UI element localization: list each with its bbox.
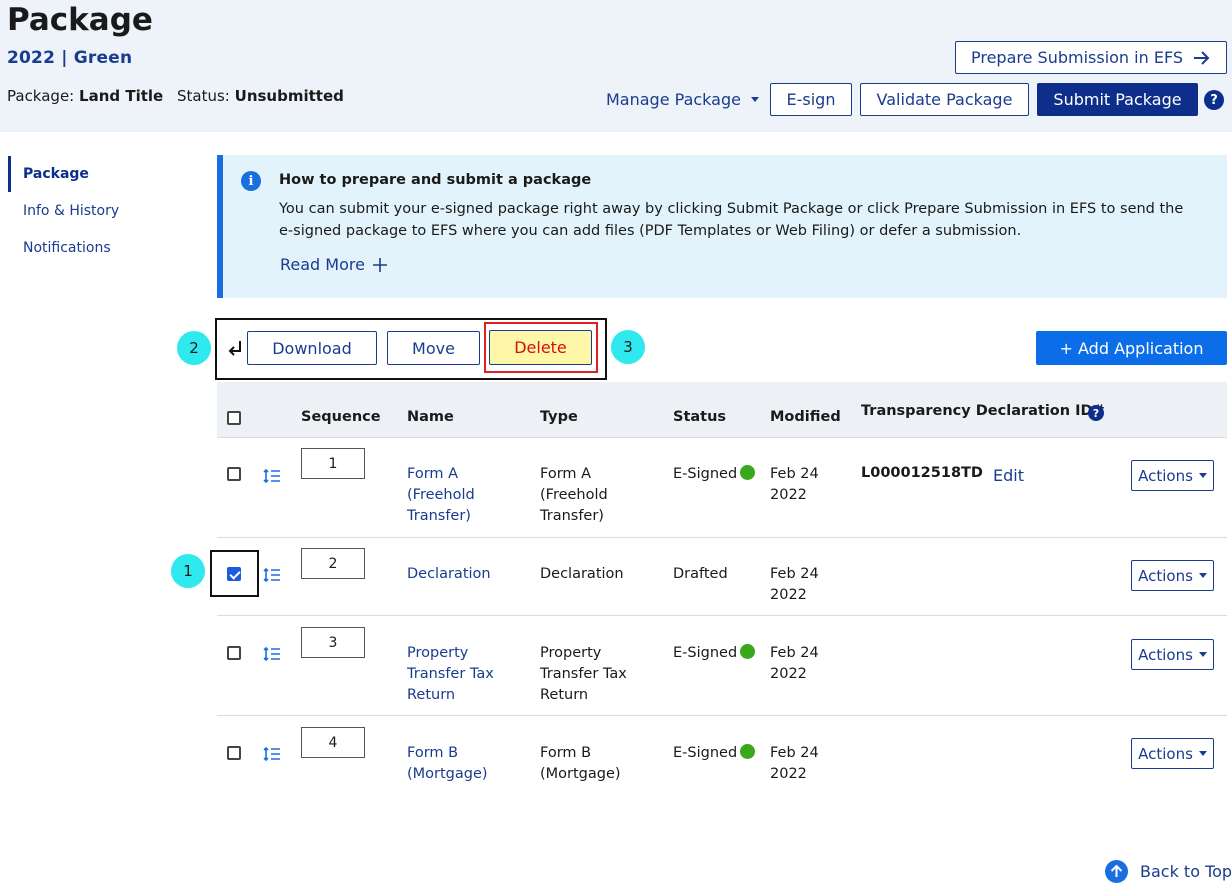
row-name-link-4[interactable]: Form B (Mortgage) xyxy=(407,743,507,785)
row-modified-3: Feb 24 2022 xyxy=(770,645,819,682)
step-badge-2: 2 xyxy=(177,331,211,365)
row-checkbox-1[interactable] xyxy=(227,467,241,481)
declaration-id-1: L000012518TD xyxy=(861,465,983,481)
row-name-link-3[interactable]: Property Transfer Tax Return xyxy=(407,643,507,706)
delete-button[interactable]: Delete xyxy=(489,330,592,365)
download-button[interactable]: Download xyxy=(247,331,377,365)
back-to-top-link[interactable]: Back to Top xyxy=(1105,860,1232,883)
header-name: Name xyxy=(407,409,454,425)
row-checkbox-4[interactable] xyxy=(227,746,241,760)
reorder-icon[interactable] xyxy=(263,647,281,661)
page-title: Package xyxy=(7,2,153,38)
row-modified-4: Feb 24 2022 xyxy=(770,745,819,782)
step-badge-1: 1 xyxy=(171,554,205,588)
row-divider xyxy=(217,615,1227,616)
manage-package-dropdown[interactable]: Manage Package xyxy=(606,90,759,109)
actions-label: Actions xyxy=(1138,466,1193,485)
status-label: Status: xyxy=(177,87,230,105)
row-divider xyxy=(217,715,1227,716)
signed-dot-icon xyxy=(740,744,756,759)
reorder-icon[interactable] xyxy=(263,568,281,582)
actions-dropdown-3[interactable]: Actions xyxy=(1131,639,1214,670)
signed-dot-icon xyxy=(740,644,756,659)
page-header: Package 2022 | Green Package: Land Title… xyxy=(0,0,1232,132)
arrow-right-icon xyxy=(1194,50,1210,65)
prepare-efs-label: Prepare Submission in EFS xyxy=(970,48,1184,67)
caret-down-icon xyxy=(1198,751,1207,756)
validate-package-button[interactable]: Validate Package xyxy=(860,83,1029,116)
row-checkbox-3[interactable] xyxy=(227,646,241,660)
submit-package-button[interactable]: Submit Package xyxy=(1037,83,1198,116)
status-text: E-Signed xyxy=(673,745,738,761)
caret-down-icon xyxy=(1198,573,1207,578)
arrow-up-circle-icon xyxy=(1105,860,1128,883)
sequence-input-4[interactable]: 4 xyxy=(301,727,365,758)
info-title: How to prepare and submit a package xyxy=(279,172,592,188)
actions-label: Actions xyxy=(1138,566,1193,585)
caret-down-icon xyxy=(750,97,759,102)
move-button[interactable]: Move xyxy=(387,331,480,365)
info-text: You can submit your e-signed package rig… xyxy=(279,201,1184,239)
row-type-4: Form B (Mortgage) xyxy=(540,745,621,782)
sequence-input-1[interactable]: 1 xyxy=(301,448,365,479)
select-all-checkbox[interactable] xyxy=(227,411,241,425)
row-divider xyxy=(217,537,1227,538)
info-icon: i xyxy=(241,171,261,191)
row-type-3: Property Transfer Tax Return xyxy=(540,645,627,703)
read-more-link[interactable]: Read More xyxy=(280,255,387,274)
header-sequence: Sequence xyxy=(301,409,381,425)
reorder-icon[interactable] xyxy=(263,469,281,483)
header-modified: Modified xyxy=(770,409,841,425)
row-status-2: Drafted xyxy=(673,566,728,582)
plus-icon xyxy=(372,257,387,272)
help-icon[interactable]: ? xyxy=(1204,90,1224,110)
caret-down-icon xyxy=(1198,473,1207,478)
header-status: Status xyxy=(673,409,727,425)
package-type: Package: Land Title xyxy=(7,87,163,105)
row-name-link-2[interactable]: Declaration xyxy=(407,564,491,585)
row-modified-1: Feb 24 2022 xyxy=(770,466,819,503)
row-modified-2: Feb 24 2022 xyxy=(770,566,819,603)
return-arrow-icon xyxy=(228,341,241,356)
actions-label: Actions xyxy=(1138,744,1193,763)
package-value: Land Title xyxy=(79,87,164,105)
step-badge-3: 3 xyxy=(611,330,645,364)
header-declaration-id: Transparency Declaration ID# xyxy=(861,403,1105,419)
row-status-1: E-Signed xyxy=(673,464,756,485)
row-status-3: E-Signed xyxy=(673,643,756,664)
sequence-input-2[interactable]: 2 xyxy=(301,548,365,579)
package-label: Package: xyxy=(7,87,75,105)
sidebar-item-notifications[interactable]: Notifications xyxy=(23,240,111,256)
read-more-label: Read More xyxy=(280,255,365,274)
prepare-efs-button[interactable]: Prepare Submission in EFS xyxy=(955,41,1227,74)
row-name-link-1[interactable]: Form A (Freehold Transfer) xyxy=(407,464,517,527)
sidebar-item-package[interactable]: Package xyxy=(23,166,89,182)
package-subtitle: 2022 | Green xyxy=(7,48,133,68)
manage-package-label: Manage Package xyxy=(606,90,741,109)
sidebar-active-indicator xyxy=(8,156,11,192)
package-status: Status: Unsubmitted xyxy=(177,87,344,105)
status-text: E-Signed xyxy=(673,645,738,661)
edit-declaration-link[interactable]: Edit xyxy=(993,466,1024,485)
declaration-help-icon[interactable]: ? xyxy=(1088,405,1104,421)
actions-dropdown-2[interactable]: Actions xyxy=(1131,560,1214,591)
row-type-2: Declaration xyxy=(540,566,624,582)
sequence-input-3[interactable]: 3 xyxy=(301,627,365,658)
row-type-1: Form A (Freehold Transfer) xyxy=(540,466,608,524)
header-type: Type xyxy=(540,409,578,425)
signed-dot-icon xyxy=(740,465,756,480)
esign-button[interactable]: E-sign xyxy=(770,83,852,116)
actions-dropdown-1[interactable]: Actions xyxy=(1131,460,1214,491)
status-value: Unsubmitted xyxy=(234,87,344,105)
add-application-button[interactable]: + Add Application xyxy=(1036,331,1227,365)
status-text: E-Signed xyxy=(673,466,738,482)
row-checkbox-2[interactable] xyxy=(227,567,241,581)
sidebar-item-info-history[interactable]: Info & History xyxy=(23,203,119,219)
caret-down-icon xyxy=(1198,652,1207,657)
reorder-icon[interactable] xyxy=(263,747,281,761)
actions-label: Actions xyxy=(1138,645,1193,664)
actions-dropdown-4[interactable]: Actions xyxy=(1131,738,1214,769)
row-status-4: E-Signed xyxy=(673,743,756,764)
back-to-top-label: Back to Top xyxy=(1140,862,1232,881)
